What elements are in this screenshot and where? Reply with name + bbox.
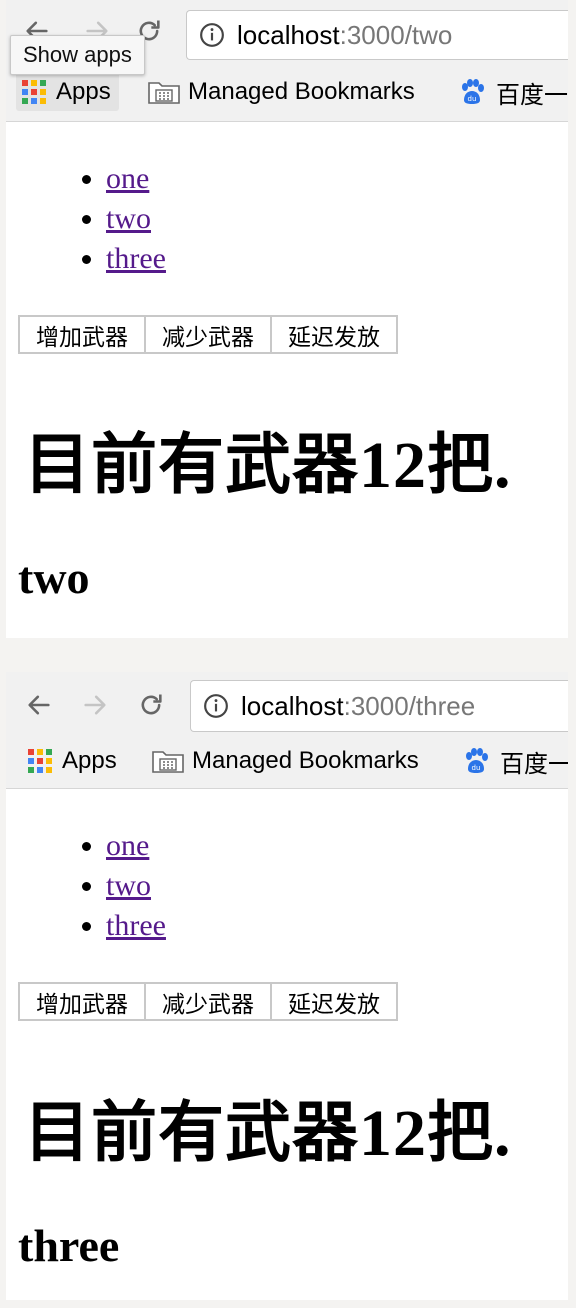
delay-issue-button[interactable]: 延迟发放 <box>272 315 398 354</box>
forward-button[interactable] <box>78 688 112 722</box>
route-title: two <box>18 552 90 603</box>
list-item: one <box>106 826 166 866</box>
folder-icon <box>148 82 180 104</box>
baidu-paw-icon: du <box>462 79 484 104</box>
apps-grid-icon <box>28 749 52 773</box>
bookmark-apps[interactable]: Apps <box>26 742 117 780</box>
reload-button[interactable] <box>134 688 168 722</box>
bookmark-managed-label: Managed Bookmarks <box>192 747 419 774</box>
bookmark-managed[interactable]: Managed Bookmarks <box>152 742 419 780</box>
info-circle-icon[interactable] <box>199 22 225 48</box>
bookmark-managed[interactable]: Managed Bookmarks <box>148 73 415 111</box>
url-text: localhost:3000/two <box>237 20 452 51</box>
route-title: three <box>18 1220 120 1271</box>
apps-grid-icon <box>22 80 46 104</box>
reduce-weapon-button[interactable]: 减少武器 <box>146 982 272 1021</box>
browser-window-three: localhost:3000/three Apps Managed Bookma… <box>6 672 568 1300</box>
link-three[interactable]: three <box>106 242 166 275</box>
list-item: one <box>106 159 166 199</box>
list-item: three <box>106 239 166 279</box>
weapon-buttons: 增加武器 减少武器 延迟发放 <box>18 982 398 1021</box>
bookmark-baidu-label: 百度一 <box>500 750 568 778</box>
baidu-paw-icon: du <box>466 748 488 773</box>
url-text: localhost:3000/three <box>241 691 475 722</box>
link-two[interactable]: two <box>106 869 151 902</box>
bookmark-apps[interactable]: Apps <box>16 73 119 111</box>
weapon-count-heading: 目前有武器12把. <box>24 1097 512 1170</box>
url-path: :3000/three <box>343 690 476 721</box>
url-path: :3000/two <box>339 19 453 50</box>
browser-window-two: localhost:3000/two Apps Managed Bookmark… <box>6 0 568 638</box>
bookmark-baidu[interactable]: du 百度一 <box>462 742 568 780</box>
url-host: localhost <box>241 690 344 721</box>
show-apps-tooltip: Show apps <box>10 35 145 75</box>
bookmark-baidu-label: 百度一 <box>496 81 568 109</box>
svg-text:du: du <box>468 95 477 103</box>
list-item: three <box>106 906 166 946</box>
add-weapon-button[interactable]: 增加武器 <box>18 982 146 1021</box>
url-host: localhost <box>237 19 340 50</box>
arrow-right-icon <box>84 695 106 715</box>
browser-chrome: localhost:3000/three Apps Managed Bookma… <box>6 672 568 789</box>
reload-icon <box>141 694 162 715</box>
route-nav: one two three <box>66 159 166 279</box>
back-button[interactable] <box>22 688 56 722</box>
address-bar[interactable]: localhost:3000/two <box>186 10 568 60</box>
link-two[interactable]: two <box>106 202 151 235</box>
bookmarks-bar: Apps Managed Bookmarks du 百度一 <box>6 73 568 113</box>
list-item: two <box>106 199 166 239</box>
link-one[interactable]: one <box>106 829 149 862</box>
browser-chrome: localhost:3000/two Apps Managed Bookmark… <box>6 0 568 122</box>
arrow-left-icon <box>28 695 50 715</box>
weapon-buttons: 增加武器 减少武器 延迟发放 <box>18 315 398 354</box>
add-weapon-button[interactable]: 增加武器 <box>18 315 146 354</box>
reduce-weapon-button[interactable]: 减少武器 <box>146 315 272 354</box>
link-one[interactable]: one <box>106 162 149 195</box>
bookmarks-bar: Apps Managed Bookmarks du 百度一 <box>6 742 568 782</box>
svg-text:du: du <box>472 764 481 772</box>
folder-icon <box>152 751 184 773</box>
address-bar[interactable]: localhost:3000/three <box>190 680 568 732</box>
delay-issue-button[interactable]: 延迟发放 <box>272 982 398 1021</box>
bookmark-apps-label: Apps <box>56 78 111 105</box>
route-nav: one two three <box>66 826 166 946</box>
bookmark-apps-label: Apps <box>62 747 117 774</box>
bookmark-baidu[interactable]: du 百度一 <box>458 73 568 111</box>
link-three[interactable]: three <box>106 909 166 942</box>
list-item: two <box>106 866 166 906</box>
info-circle-icon[interactable] <box>203 693 229 719</box>
bookmark-managed-label: Managed Bookmarks <box>188 78 415 105</box>
weapon-count-heading: 目前有武器12把. <box>24 429 512 502</box>
